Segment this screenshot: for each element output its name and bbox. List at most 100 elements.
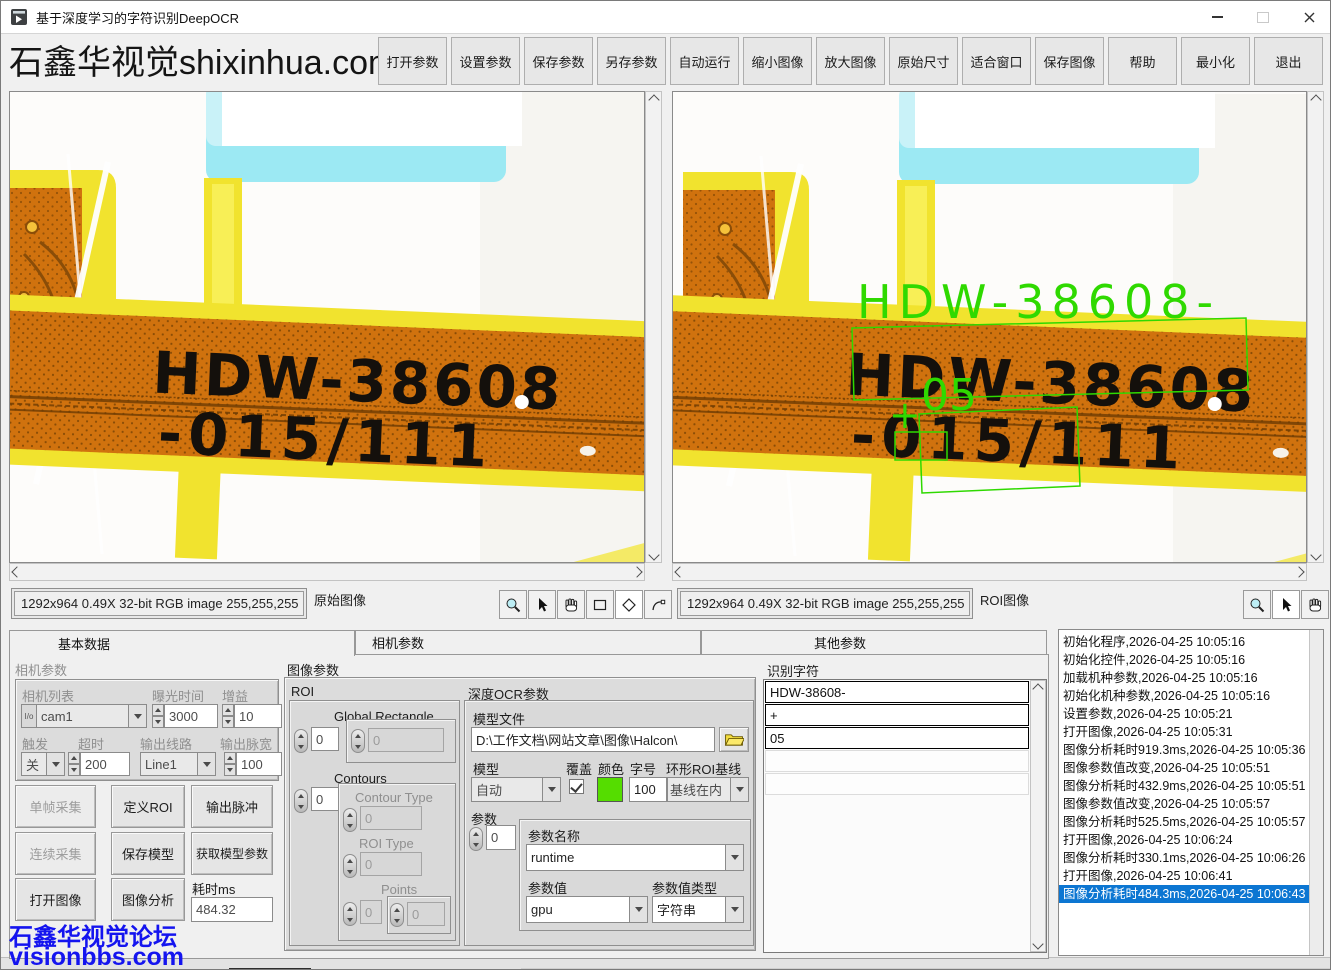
param-type-select[interactable]: 字符串 [652,896,744,923]
dropdown-button[interactable] [630,896,648,923]
dropdown-button[interactable] [726,896,744,923]
index-stepper[interactable] [351,729,365,753]
index-stepper[interactable] [294,789,308,813]
original-image-view[interactable] [9,91,645,563]
result-row[interactable]: 05 [765,727,1029,749]
v-scrollbar[interactable] [1309,630,1323,955]
analyze-image-button[interactable]: 图像分析 [111,878,185,921]
gain-field[interactable]: 10 [234,704,282,728]
v-scrollbar[interactable] [1030,680,1046,952]
zoom-out-button[interactable]: 缩小图像 [743,37,812,85]
index-stepper[interactable] [343,854,357,878]
dropdown-button[interactable] [543,777,561,802]
pan-tool-button[interactable] [557,590,585,619]
result-row[interactable]: HDW-38608- [765,681,1029,703]
dropdown-button[interactable] [129,704,147,728]
tab-camera-params[interactable]: 相机参数 [355,630,701,655]
log-entry[interactable]: 图像分析耗时432.9ms,2026-04-25 10:05:51 [1059,777,1309,795]
get-model-params-button[interactable]: 获取模型参数 [191,832,273,875]
log-entry[interactable]: 图像分析耗时919.3ms,2026-04-25 10:05:36 [1059,741,1309,759]
visionbbs-link[interactable]: visionbbs.com [9,943,184,970]
index-stepper[interactable] [343,902,357,926]
log-entry[interactable]: 图像参数值改变,2026-04-25 10:05:57 [1059,795,1309,813]
open-image-button[interactable]: 打开图像 [15,878,96,921]
exposure-stepper[interactable]: 3000 [152,704,218,728]
exit-button[interactable]: 退出 [1254,37,1323,85]
param-index-field[interactable]: 0 [486,825,516,850]
log-entry[interactable]: 打开图像,2026-04-25 10:05:31 [1059,723,1309,741]
param-index-stepper[interactable] [469,827,483,851]
v-scrollbar[interactable] [1307,91,1324,563]
log-entry[interactable]: 设置参数,2026-04-25 10:05:21 [1059,705,1309,723]
log-entry[interactable]: 打开图像,2026-04-25 10:06:24 [1059,831,1309,849]
roi-image-view[interactable]: HDW-38608- 05 + [672,91,1307,563]
overlay-checkbox[interactable] [569,779,584,794]
model-path-field[interactable]: D:\工作文档\网站文章\图像\Halcon\ [471,727,715,752]
log-entry[interactable]: 初始化机种参数,2026-04-25 10:05:16 [1059,687,1309,705]
magnify-tool-button[interactable] [1243,590,1271,619]
param-name-select[interactable]: runtime [526,844,744,871]
log-entry[interactable]: 图像分析耗时525.5ms,2026-04-25 10:05:57 [1059,813,1309,831]
overlay-color-swatch[interactable] [597,777,623,802]
curve-roi-button[interactable] [644,590,672,619]
dropdown-button[interactable] [726,844,744,871]
log-entry[interactable]: 初始化控件,2026-04-25 10:05:16 [1059,651,1309,669]
set-params-button[interactable]: 设置参数 [451,37,520,85]
define-roi-button[interactable]: 定义ROI [111,785,185,828]
close-button[interactable] [1286,2,1331,33]
minimize-button[interactable] [1194,2,1240,33]
pulse-width-field[interactable]: 100 [236,752,282,776]
output-pulse-button[interactable]: 输出脉冲 [191,785,273,828]
font-size-field[interactable]: 100 [629,777,667,802]
spin-buttons[interactable] [222,704,234,728]
cursor-tool-button[interactable] [1272,590,1300,619]
pan-tool-button[interactable] [1301,590,1329,619]
magnify-tool-button[interactable] [499,590,527,619]
roi-index-field[interactable]: 0 [311,727,339,751]
original-size-button[interactable]: 原始尺寸 [889,37,958,85]
index-stepper[interactable] [343,808,357,832]
save-model-button[interactable]: 保存模型 [111,832,185,875]
ring-baseline-select[interactable]: 基线在内 [667,777,749,802]
index-stepper[interactable] [294,729,308,753]
save-image-button[interactable]: 保存图像 [1035,37,1104,85]
contours-index-field[interactable]: 0 [311,787,339,811]
auto-run-button[interactable]: 自动运行 [670,37,739,85]
log-entry[interactable]: 图像分析耗时330.1ms,2026-04-25 10:06:26 [1059,849,1309,867]
spin-buttons[interactable] [152,704,164,728]
h-scrollbar[interactable] [9,563,645,581]
timeout-field[interactable]: 200 [80,752,130,776]
rectangle-roi-button[interactable] [586,590,614,619]
single-grab-button[interactable]: 单帧采集 [15,785,96,828]
minimize-app-button[interactable]: 最小化 [1181,37,1250,85]
log-entry[interactable]: 加载机种参数,2026-04-25 10:05:16 [1059,669,1309,687]
help-button[interactable]: 帮助 [1108,37,1177,85]
dropdown-button[interactable] [198,752,216,776]
log-panel[interactable]: 初始化程序,2026-04-25 10:05:16 初始化控件,2026-04-… [1058,629,1324,956]
camera-select[interactable]: I/o cam1 [21,704,147,728]
maximize-button[interactable] [1240,2,1286,33]
gain-stepper[interactable]: 10 [222,704,282,728]
log-entry[interactable]: 初始化程序,2026-04-25 10:05:16 [1059,633,1309,651]
model-select[interactable]: 自动 [471,777,561,802]
param-value-select[interactable]: gpu [526,896,648,923]
log-entry-selected[interactable]: 图像分析耗时484.3ms,2026-04-25 10:06:43 [1059,885,1309,903]
zoom-in-button[interactable]: 放大图像 [816,37,885,85]
dropdown-button[interactable] [731,777,749,802]
fit-window-button[interactable]: 适合窗口 [962,37,1031,85]
dropdown-button[interactable] [47,752,65,776]
tab-other-params[interactable]: 其他参数 [701,630,1047,655]
exposure-field[interactable]: 3000 [164,704,218,728]
spin-buttons[interactable] [224,752,236,776]
open-params-button[interactable]: 打开参数 [378,37,447,85]
log-entry[interactable]: 打开图像,2026-04-25 10:06:41 [1059,867,1309,885]
saveas-params-button[interactable]: 另存参数 [597,37,666,85]
index-stepper[interactable] [390,903,404,927]
cursor-tool-button[interactable] [528,590,556,619]
pulse-width-stepper[interactable]: 100 [224,752,282,776]
tab-basic-data[interactable]: 基本数据 [9,630,355,656]
browse-folder-button[interactable] [719,727,749,752]
result-row[interactable]: + [765,704,1029,726]
v-scrollbar[interactable] [645,91,662,563]
h-scrollbar[interactable] [672,563,1307,581]
